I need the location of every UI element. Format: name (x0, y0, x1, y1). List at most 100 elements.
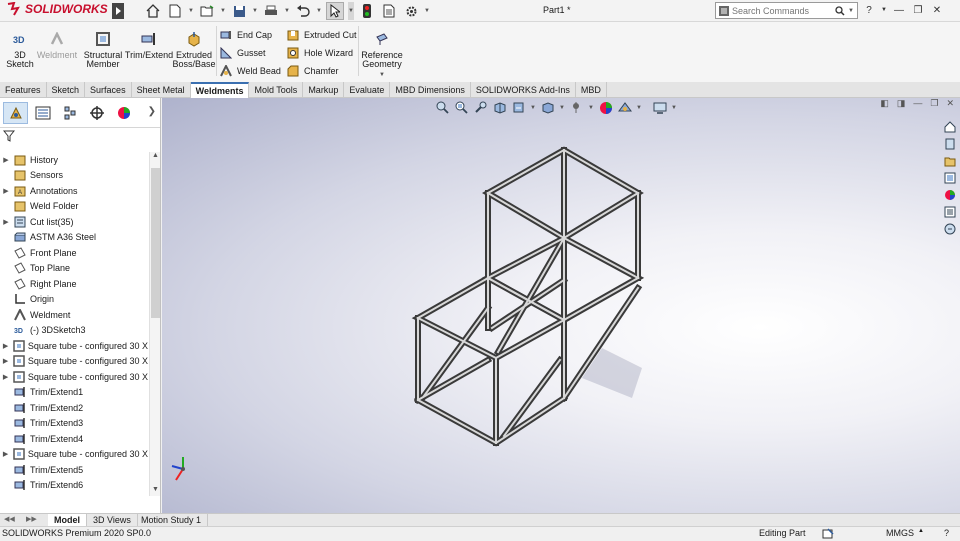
tree-item[interactable]: Front Plane (0, 245, 148, 261)
solidworks-forum-icon[interactable] (942, 222, 958, 236)
tree-item[interactable]: Trim/Extend5 (0, 462, 148, 478)
print-icon[interactable] (262, 2, 280, 20)
tree-item[interactable]: Weld Folder (0, 199, 148, 215)
property-manager-icon[interactable] (30, 102, 55, 124)
file-properties-icon[interactable] (380, 2, 398, 20)
gusset-button[interactable]: Gusset (220, 47, 266, 59)
tree-item[interactable]: Trim/Extend2 (0, 400, 148, 416)
reference-geometry-button[interactable]: Reference Geometry ▼ (362, 30, 402, 80)
configuration-manager-icon[interactable] (57, 102, 82, 124)
tab-sheet-metal[interactable]: Sheet Metal (132, 82, 191, 98)
tree-item[interactable]: ▶Square tube - configured 30 X (0, 354, 148, 370)
search-dropdown-icon[interactable]: ▼ (848, 8, 854, 14)
rebuild-traffic-light-icon[interactable] (358, 2, 376, 20)
appearances-icon[interactable] (942, 188, 958, 202)
3d-sketch-button[interactable]: 3D 3D Sketch (8, 30, 32, 69)
rebuild-status-icon[interactable] (822, 528, 834, 541)
menu-flyout-arrow[interactable] (112, 3, 124, 19)
view-palette-icon[interactable] (942, 171, 958, 185)
expand-arrow-icon[interactable]: ▶ (0, 373, 11, 381)
expand-arrow-icon[interactable]: ▶ (0, 342, 11, 350)
tree-item[interactable]: Trim/Extend3 (0, 416, 148, 432)
new-dropdown-icon[interactable]: ▼ (188, 2, 194, 20)
tree-item[interactable]: Sensors (0, 168, 148, 184)
tab-scroll-last-icon[interactable]: ▶▶ (26, 515, 37, 523)
tab-scroll-first-icon[interactable]: ◀◀ (4, 515, 15, 523)
feature-manager-tree-icon[interactable] (3, 102, 28, 124)
help-icon[interactable]: ? (862, 2, 876, 18)
display-manager-icon[interactable] (111, 102, 136, 124)
scrollbar-thumb[interactable] (151, 168, 160, 318)
expand-arrow-icon[interactable]: ▶ (0, 156, 12, 164)
chevron-right-icon[interactable]: ❯ (148, 106, 156, 117)
tree-item[interactable]: Trim/Extend4 (0, 431, 148, 447)
tab-weldments[interactable]: Weldments (191, 82, 250, 98)
tab-mbd-dimensions[interactable]: MBD Dimensions (390, 82, 471, 98)
tree-item[interactable]: ▶Square tube - configured 30 X (0, 338, 148, 354)
help-dropdown-icon[interactable]: ▼ (881, 2, 887, 18)
restore-icon[interactable]: ❐ (911, 2, 925, 18)
tree-item[interactable]: ASTM A36 Steel (0, 230, 148, 246)
save-dropdown-icon[interactable]: ▼ (252, 2, 258, 20)
tree-item[interactable]: Trim/Extend7 (0, 493, 148, 496)
tree-item[interactable]: ▶Cut list(35) (0, 214, 148, 230)
weldment-button[interactable]: Weldment (36, 30, 78, 60)
search-icon[interactable] (835, 6, 845, 16)
search-commands[interactable]: ▼ (715, 2, 858, 19)
tree-item[interactable]: 3D(-) 3DSketch3 (0, 323, 148, 339)
tree-item[interactable]: ▶History (0, 152, 148, 168)
tree-item[interactable]: Top Plane (0, 261, 148, 277)
tab-features[interactable]: Features (0, 82, 47, 98)
options-gear-icon[interactable] (402, 2, 420, 20)
tree-item[interactable]: ▶Square tube - configured 30 X (0, 447, 148, 463)
hole-wizard-button[interactable]: Hole Wizard (287, 47, 353, 59)
unit-system-dropdown-icon[interactable]: ▲ (918, 528, 924, 534)
tree-item[interactable]: Trim/Extend6 (0, 478, 148, 494)
solidworks-resources-icon[interactable] (942, 120, 958, 134)
expand-arrow-icon[interactable]: ▶ (0, 218, 12, 226)
structural-member-button[interactable]: Structural Member (82, 30, 124, 69)
extruded-cut-button[interactable]: Extruded Cut (287, 29, 357, 41)
custom-properties-icon[interactable] (942, 205, 958, 219)
tree-filter[interactable] (0, 128, 160, 144)
weld-bead-button[interactable]: Weld Bead (220, 65, 281, 77)
end-cap-button[interactable]: End Cap (220, 29, 272, 41)
file-explorer-icon[interactable] (942, 154, 958, 168)
save-icon[interactable] (230, 2, 248, 20)
home-icon[interactable] (144, 2, 162, 20)
expand-arrow-icon[interactable]: ▶ (0, 187, 12, 195)
tab-markup[interactable]: Markup (303, 82, 344, 98)
graphics-area[interactable]: ▼ ▼ ▼ ▼ ▼ ◧ ◨ — ❐ ✕ (162, 98, 960, 515)
help-icon[interactable]: ? (944, 528, 949, 538)
tab-mbd[interactable]: MBD (576, 82, 607, 98)
undo-icon[interactable] (294, 2, 312, 20)
tab-solidworks-add-ins[interactable]: SOLIDWORKS Add-Ins (471, 82, 576, 98)
tree-scrollbar[interactable]: ▲ ▼ (149, 152, 160, 496)
tree-item[interactable]: Weldment (0, 307, 148, 323)
scroll-up-icon[interactable]: ▲ (151, 152, 160, 162)
open-dropdown-icon[interactable]: ▼ (220, 2, 226, 20)
tree-item[interactable]: Right Plane (0, 276, 148, 292)
extruded-boss-button[interactable]: Extruded Boss/Base (174, 30, 214, 69)
print-dropdown-icon[interactable]: ▼ (284, 2, 290, 20)
options-dropdown-icon[interactable]: ▼ (424, 2, 430, 20)
design-library-icon[interactable] (942, 137, 958, 151)
tree-item[interactable]: Trim/Extend1 (0, 385, 148, 401)
new-document-icon[interactable] (166, 2, 184, 20)
filter-icon[interactable] (3, 130, 15, 142)
open-folder-icon[interactable] (198, 2, 216, 20)
scroll-down-icon[interactable]: ▼ (151, 486, 160, 496)
weldment-frame-model[interactable] (162, 98, 960, 515)
search-input[interactable] (732, 6, 832, 16)
close-icon[interactable]: ✕ (930, 2, 944, 18)
tree-item[interactable]: ▶AAnnotations (0, 183, 148, 199)
minimize-icon[interactable]: — (892, 2, 906, 18)
tab-evaluate[interactable]: Evaluate (344, 82, 390, 98)
unit-system[interactable]: MMGS (886, 528, 914, 538)
chamfer-button[interactable]: Chamfer (287, 65, 339, 77)
trim-extend-button[interactable]: Trim/Extend (126, 30, 172, 60)
tree-item[interactable]: Origin (0, 292, 148, 308)
expand-arrow-icon[interactable]: ▶ (0, 450, 11, 458)
tree-item[interactable]: ▶Square tube - configured 30 X (0, 369, 148, 385)
tab-surfaces[interactable]: Surfaces (85, 82, 132, 98)
